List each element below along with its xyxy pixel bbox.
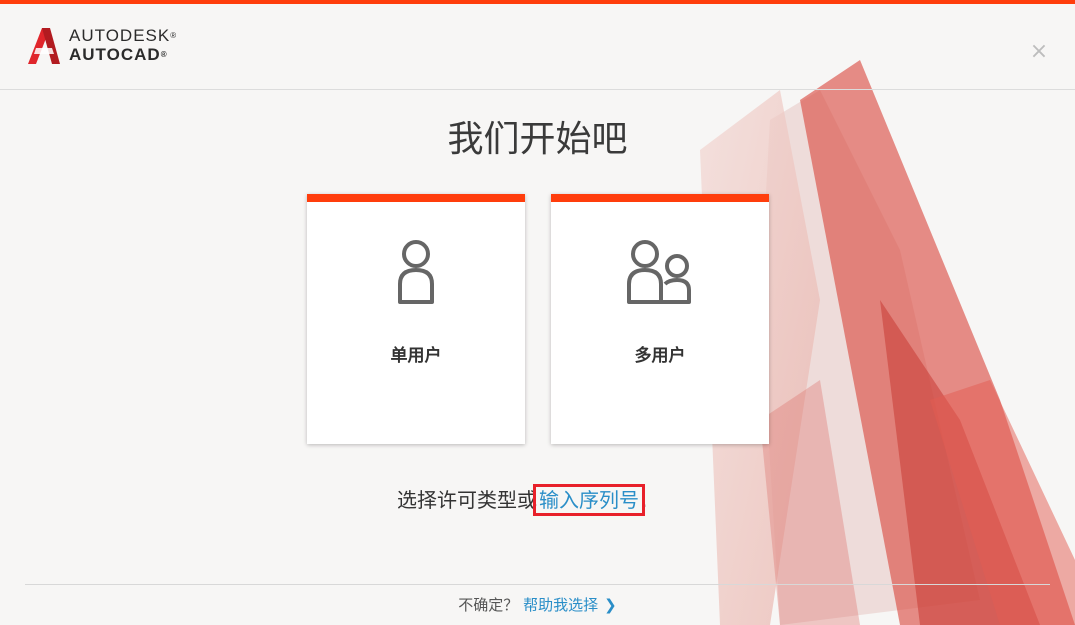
close-icon[interactable]: × [1029,41,1049,63]
card-accent-stripe [551,194,769,202]
footer: 不确定？ 帮助我选择 ❯ [0,594,1075,615]
enter-serial-link[interactable]: 输入序列号 [533,484,645,516]
card-accent-stripe [307,194,525,202]
brand-line1: AUTODESK [69,26,171,45]
brand-name: AUTODESK® AUTOCAD® [69,27,177,65]
license-prompt: 选择许可类型或 输入序列号. [397,484,648,516]
help-me-choose-link[interactable]: 帮助我选择 [523,596,598,614]
footer-divider [25,584,1050,585]
background-art [700,60,1075,625]
chevron-right-icon[interactable]: ❯ [604,596,617,614]
autocad-logo-icon [28,28,60,64]
footer-question: 不确定？ [458,596,519,614]
header: AUTODESK® AUTOCAD® × [0,4,1075,90]
single-user-label: 单用户 [390,346,442,366]
page-title: 我们开始吧 [447,119,628,160]
multi-user-icon [551,238,769,312]
single-user-icon [307,238,525,312]
single-user-card[interactable]: 单用户 [307,194,525,444]
multi-user-label: 多用户 [634,346,686,366]
reg-mark: ® [160,50,168,59]
brand-line2: AUTOCAD [69,45,161,64]
prompt-text: 选择许可类型或 [397,488,537,512]
reg-mark: ® [170,31,178,40]
multi-user-card[interactable]: 多用户 [551,194,769,444]
prompt-end: . [641,488,648,512]
